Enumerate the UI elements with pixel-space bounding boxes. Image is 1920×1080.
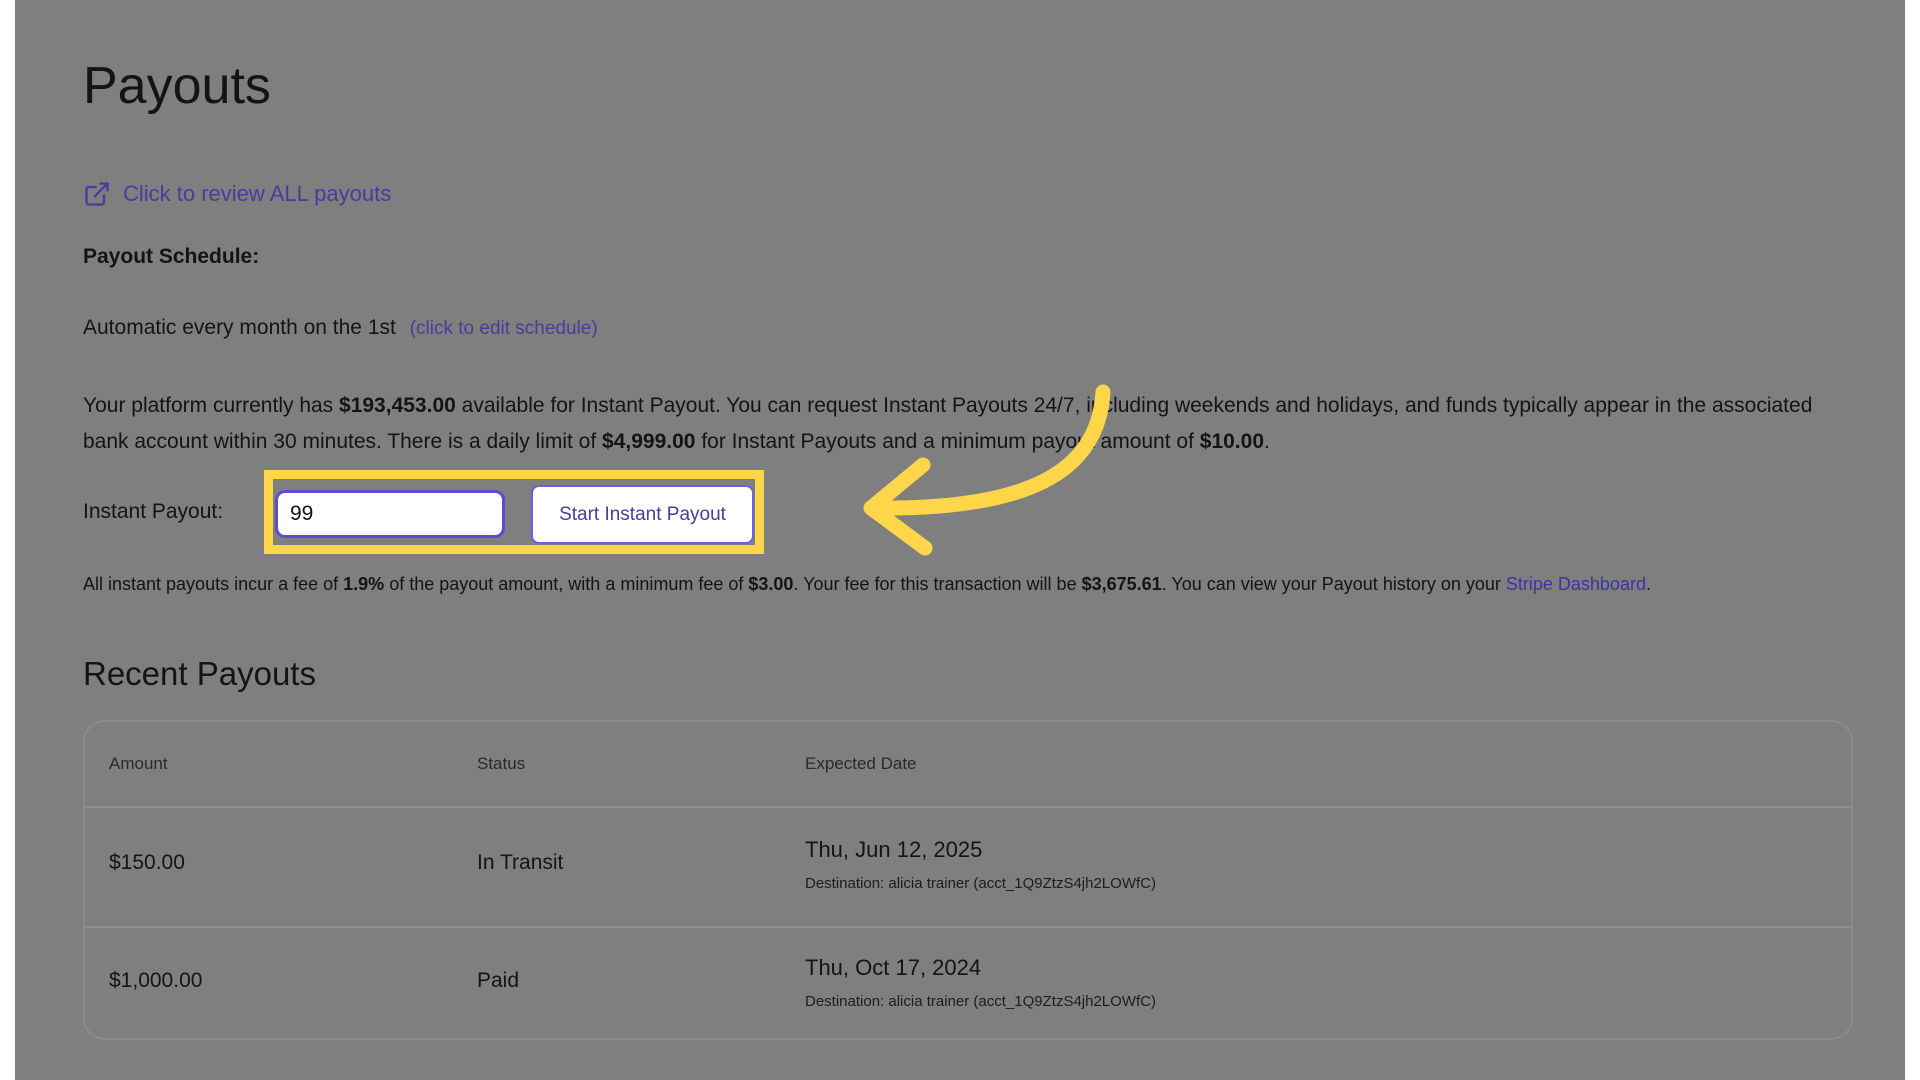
page-title: Payouts (83, 57, 271, 115)
available-amount: $193,453.00 (339, 394, 456, 417)
minimum-amount: $10.00 (1199, 430, 1264, 453)
table-row: $1,000.00 Paid Thu, Oct 17, 2024 Destina… (85, 928, 1851, 1038)
row-amount: $150.00 (109, 851, 185, 874)
row-status: In Transit (477, 851, 564, 874)
review-link-label: Click to review ALL payouts (123, 181, 392, 206)
fee-text-1: All instant payouts incur a fee of (83, 574, 344, 594)
payout-amount-input[interactable] (275, 490, 505, 538)
recent-payouts-title: Recent Payouts (83, 655, 316, 692)
row-expected-date: Thu, Jun 12, 2025 (805, 837, 983, 862)
daily-limit-amount: $4,999.00 (602, 430, 696, 453)
fee-note: All instant payouts incur a fee of 1.9% … (83, 574, 1651, 595)
recent-payouts-table: Amount Status Expected Date $150.00 In T… (83, 720, 1853, 1040)
fee-text-3: . Your fee for this transaction will be (793, 574, 1082, 594)
column-header-status: Status (477, 754, 526, 773)
fee-text-4: . You can view your Payout history on yo… (1161, 574, 1506, 594)
page-overlay: Payouts Click to review ALL payouts Payo… (15, 0, 1905, 1080)
fee-text-2: of the payout amount, with a minimum fee… (384, 574, 749, 594)
row-status: Paid (477, 969, 520, 992)
payout-schedule-text: Automatic every month on the 1st (83, 316, 396, 339)
column-header-expected-date: Expected Date (805, 754, 917, 773)
start-instant-payout-button[interactable]: Start Instant Payout (531, 485, 754, 544)
table-header: Amount Status Expected Date (85, 722, 1851, 808)
table-row: $150.00 In Transit Thu, Jun 12, 2025 Des… (85, 808, 1851, 928)
minimum-fee: $3.00 (748, 574, 794, 594)
desc-text-1: Your platform currently has (83, 394, 340, 417)
fee-text-5: . (1645, 574, 1651, 594)
edit-schedule-link[interactable]: (click to edit schedule) (410, 318, 598, 339)
review-all-payouts-link[interactable]: Click to review ALL payouts (83, 180, 391, 208)
row-destination: Destination: alicia trainer (acct_1Q9Ztz… (805, 875, 1156, 892)
column-header-amount: Amount (109, 754, 168, 773)
row-amount: $1,000.00 (109, 969, 203, 992)
payout-schedule-row: Automatic every month on the 1st (click … (83, 316, 598, 340)
row-destination: Destination: alicia trainer (acct_1Q9Ztz… (805, 993, 1156, 1010)
external-link-icon (85, 182, 109, 206)
instant-payout-label: Instant Payout: (83, 500, 224, 523)
row-expected-date: Thu, Oct 17, 2024 (805, 955, 982, 980)
fee-percent: 1.9% (343, 574, 385, 594)
payout-schedule-label: Payout Schedule: (83, 245, 260, 268)
stripe-dashboard-link[interactable]: Stripe Dashboard (1506, 574, 1646, 594)
desc-text-4: . (1264, 430, 1270, 453)
pointer-arrow-icon (863, 384, 1111, 556)
transaction-fee: $3,675.61 (1081, 574, 1162, 594)
